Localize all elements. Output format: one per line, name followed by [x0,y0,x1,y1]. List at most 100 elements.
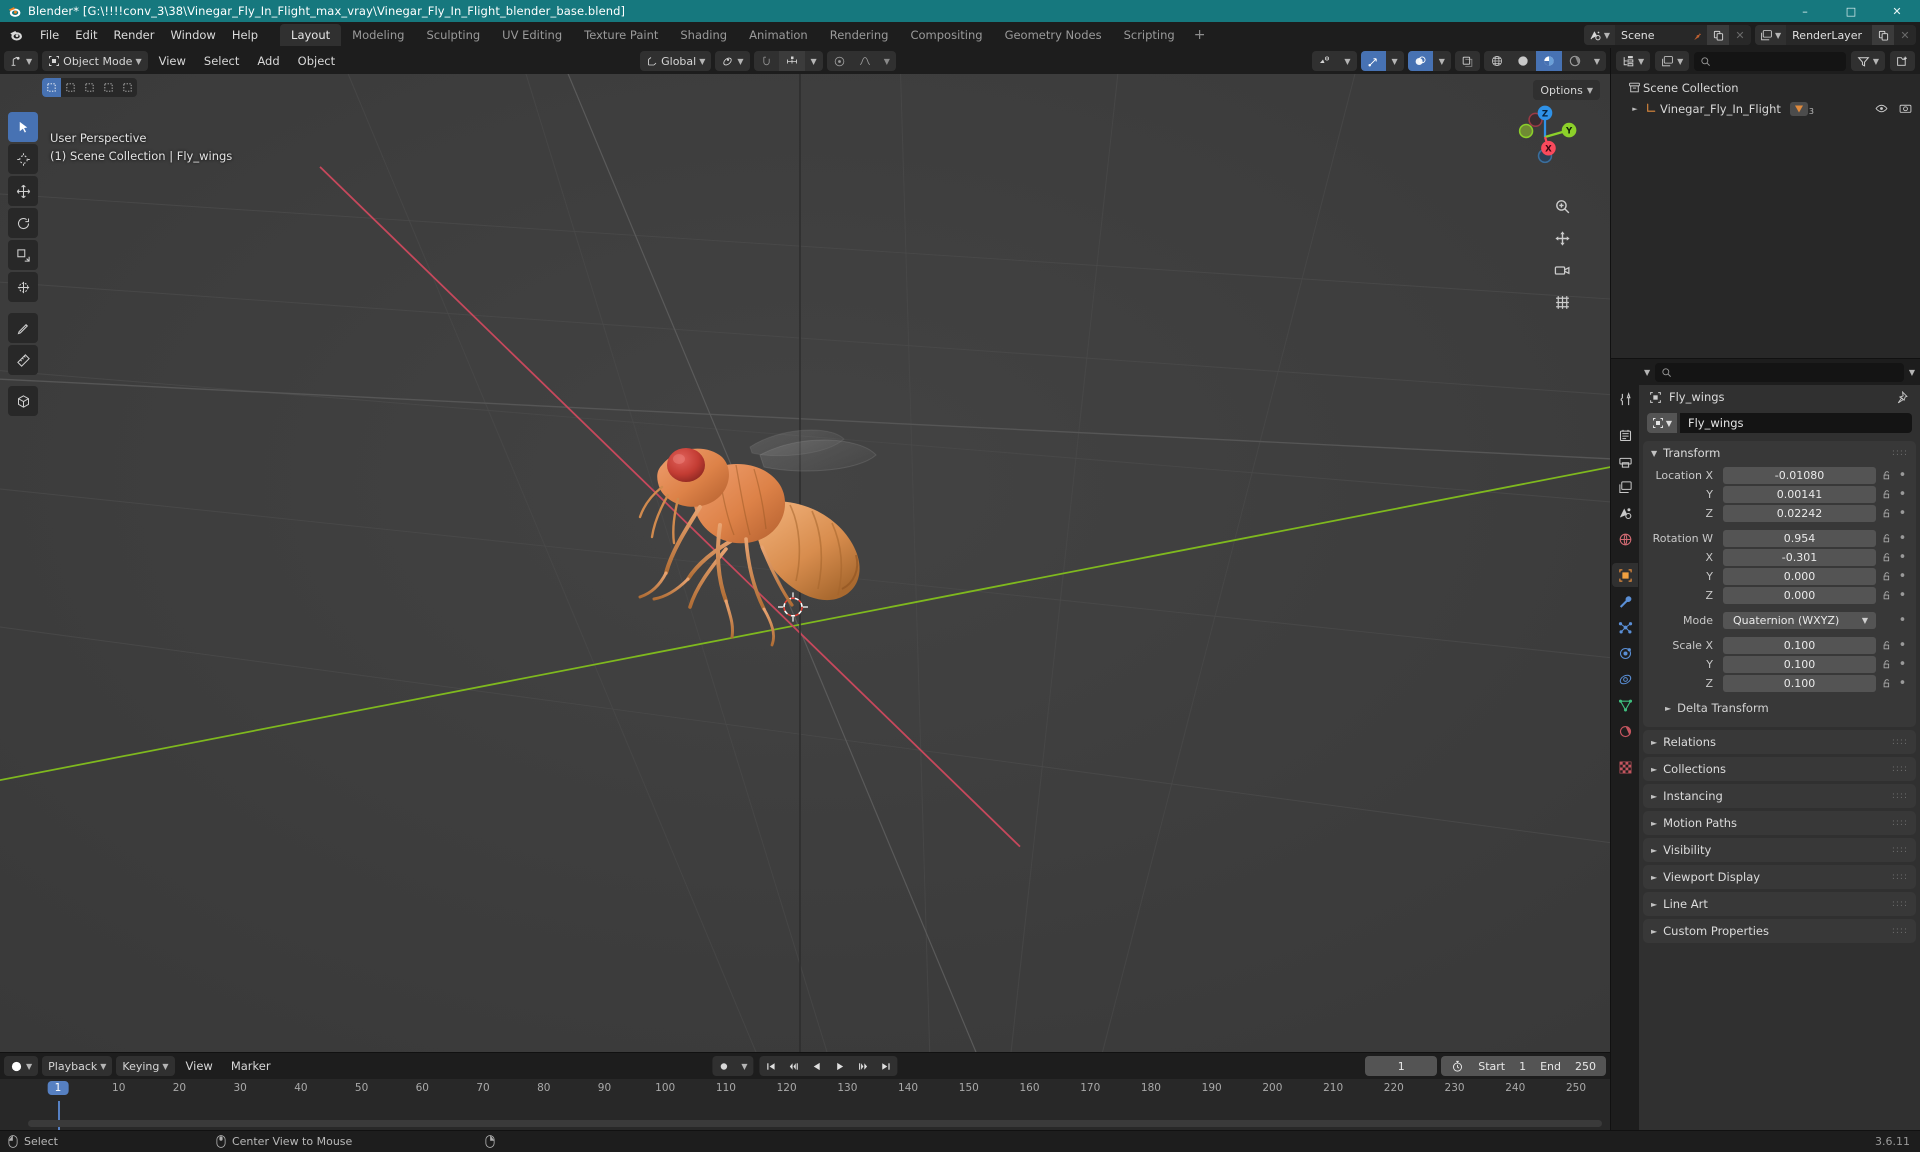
scale-z-lock-icon[interactable] [1880,678,1893,689]
scale-x-lock-icon[interactable] [1880,640,1893,651]
ortho-persp-icon[interactable] [1550,290,1574,314]
chevron-right-icon[interactable]: ► [1651,873,1657,882]
outliner-editor-type-selector[interactable]: ▼ [1616,51,1651,71]
ptab-render[interactable] [1612,423,1638,447]
stopwatch-icon[interactable] [1451,1060,1464,1073]
panel-custom-properties[interactable]: ► Custom Properties :::: [1643,919,1916,943]
visibility-chevron-icon[interactable]: ▼ [1338,51,1356,71]
play-button[interactable] [829,1056,852,1076]
outliner-tree[interactable]: Scene Collection ► Vinegar_Fly_In_Flight [1611,74,1920,358]
rotation-w-field[interactable]: 0.954 [1723,530,1876,547]
location-z-lock-icon[interactable] [1880,508,1893,519]
ptab-particles[interactable] [1612,615,1638,639]
timeline-editor-type-selector[interactable]: ▼ [4,1056,39,1076]
panel-line-art[interactable]: ► Line Art :::: [1643,892,1916,916]
tool-annotate[interactable] [8,313,38,343]
menu-edit[interactable]: Edit [67,25,105,45]
tab-geometry-nodes[interactable]: Geometry Nodes [994,24,1113,46]
shading-solid-icon[interactable] [1510,51,1536,71]
timeline-ruler[interactable]: 1 10 20 30 40 50 60 70 80 90 100 110 120 130 140 150 160… [0,1079,1610,1101]
rotation-x-animate-icon[interactable]: • [1897,550,1908,565]
timeline-menu-keying[interactable]: Keying ▼ [116,1056,175,1076]
scene-pin-icon[interactable] [1685,25,1707,45]
panel-viewport-display[interactable]: ► Viewport Display :::: [1643,865,1916,889]
proportional-edit-toggle-icon[interactable] [827,51,852,71]
menu-help[interactable]: Help [224,25,266,45]
pin-icon[interactable] [1895,390,1908,404]
outliner-new-collection-button[interactable] [1890,51,1915,71]
blender-menu-icon[interactable] [6,25,26,45]
end-frame-value[interactable]: 250 [1575,1060,1596,1073]
panel-instancing[interactable]: ► Instancing :::: [1643,784,1916,808]
viewport-canvas[interactable]: User Perspective (1) Scene Collection | … [0,74,1610,1052]
close-button[interactable]: ✕ [1874,0,1920,22]
shading-chevron-icon[interactable]: ▼ [1588,51,1606,71]
proportional-chevron-icon[interactable]: ▼ [878,51,896,71]
ptab-object[interactable] [1612,563,1638,587]
panel-header-collections[interactable]: ► Collections :::: [1643,757,1916,781]
jump-to-start-button[interactable] [760,1056,783,1076]
minimize-button[interactable]: – [1782,0,1828,22]
interaction-mode-selector[interactable]: Object Mode ▼ [42,51,148,71]
ptab-view-layer[interactable] [1612,475,1638,499]
visible-icon[interactable] [1875,102,1888,115]
auto-keying-chevron-icon[interactable]: ▼ [735,1056,753,1076]
location-y-field[interactable]: 0.00141 [1723,486,1876,503]
location-y-lock-icon[interactable] [1880,489,1893,500]
tab-scripting[interactable]: Scripting [1113,24,1186,46]
scale-y-animate-icon[interactable]: • [1897,657,1908,672]
tab-texture-paint[interactable]: Texture Paint [573,24,669,46]
overlays-toggle-icon[interactable] [1407,51,1433,71]
ptab-tool[interactable] [1612,387,1638,411]
select-box-icon[interactable] [61,78,80,97]
ptab-texture[interactable] [1612,755,1638,779]
navigation-gizmo[interactable]: Y Z X [1502,94,1588,180]
ptab-constraints[interactable] [1612,667,1638,691]
object-visibility-icon[interactable] [1312,51,1338,71]
scene-unlink-button[interactable]: ✕ [1729,25,1751,45]
tab-shading[interactable]: Shading [669,24,738,46]
scale-y-field[interactable]: 0.100 [1723,656,1876,673]
menu-file[interactable]: File [32,25,67,45]
jump-to-end-button[interactable] [875,1056,898,1076]
outliner-row-scene-collection[interactable]: Scene Collection [1611,77,1920,98]
location-z-field[interactable]: 0.02242 [1723,505,1876,522]
timeline-scrollbar[interactable] [28,1120,1602,1127]
scale-y-lock-icon[interactable] [1880,659,1893,670]
snap-target-icon[interactable] [778,51,805,71]
ptab-material[interactable] [1612,719,1638,743]
shading-material-preview-icon[interactable] [1535,51,1562,71]
panel-header-instancing[interactable]: ► Instancing :::: [1643,784,1916,808]
chevron-right-icon[interactable]: ► [1651,846,1657,855]
tab-animation[interactable]: Animation [738,24,819,46]
viewport-menu-add[interactable]: Add [250,51,286,71]
panel-visibility[interactable]: ► Visibility :::: [1643,838,1916,862]
outliner-row-object[interactable]: ► Vinegar_Fly_In_Flight 3 [1611,98,1920,119]
outliner-filter-button[interactable]: ▼ [1850,51,1885,71]
ptab-output[interactable] [1612,449,1638,473]
rotation-w-lock-icon[interactable] [1880,533,1893,544]
gizmo-chevron-icon[interactable]: ▼ [1386,51,1404,71]
tool-measure[interactable] [8,345,38,375]
gizmo-toggle-icon[interactable] [1360,51,1386,71]
location-x-animate-icon[interactable]: • [1897,468,1908,483]
current-frame-field[interactable]: 1 [1365,1056,1438,1076]
jump-prev-keyframe-button[interactable] [783,1056,806,1076]
camera-icon[interactable] [1550,258,1574,282]
scale-x-animate-icon[interactable]: • [1897,638,1908,653]
snap-chevron-icon[interactable]: ▼ [805,51,823,71]
scene-new-button[interactable] [1707,25,1729,45]
expand-triangle-icon[interactable]: ► [1628,105,1642,113]
mesh-data-badge[interactable]: 3 [1789,101,1814,116]
panel-header-line-art[interactable]: ► Line Art :::: [1643,892,1916,916]
maximize-button[interactable]: □ [1828,0,1874,22]
properties-menu-chevron-icon[interactable]: ▼ [1644,368,1650,377]
object-id-icon[interactable]: ▼ [1647,413,1677,433]
chevron-right-icon[interactable]: ► [1665,704,1671,713]
menu-window[interactable]: Window [162,25,223,45]
visibility-selector[interactable]: ▼ [1312,51,1357,71]
shading-wireframe-icon[interactable] [1484,51,1510,71]
tool-cursor[interactable] [8,144,38,174]
select-extend-icon[interactable] [118,78,137,97]
fly-model-3d-object[interactable] [630,429,910,694]
